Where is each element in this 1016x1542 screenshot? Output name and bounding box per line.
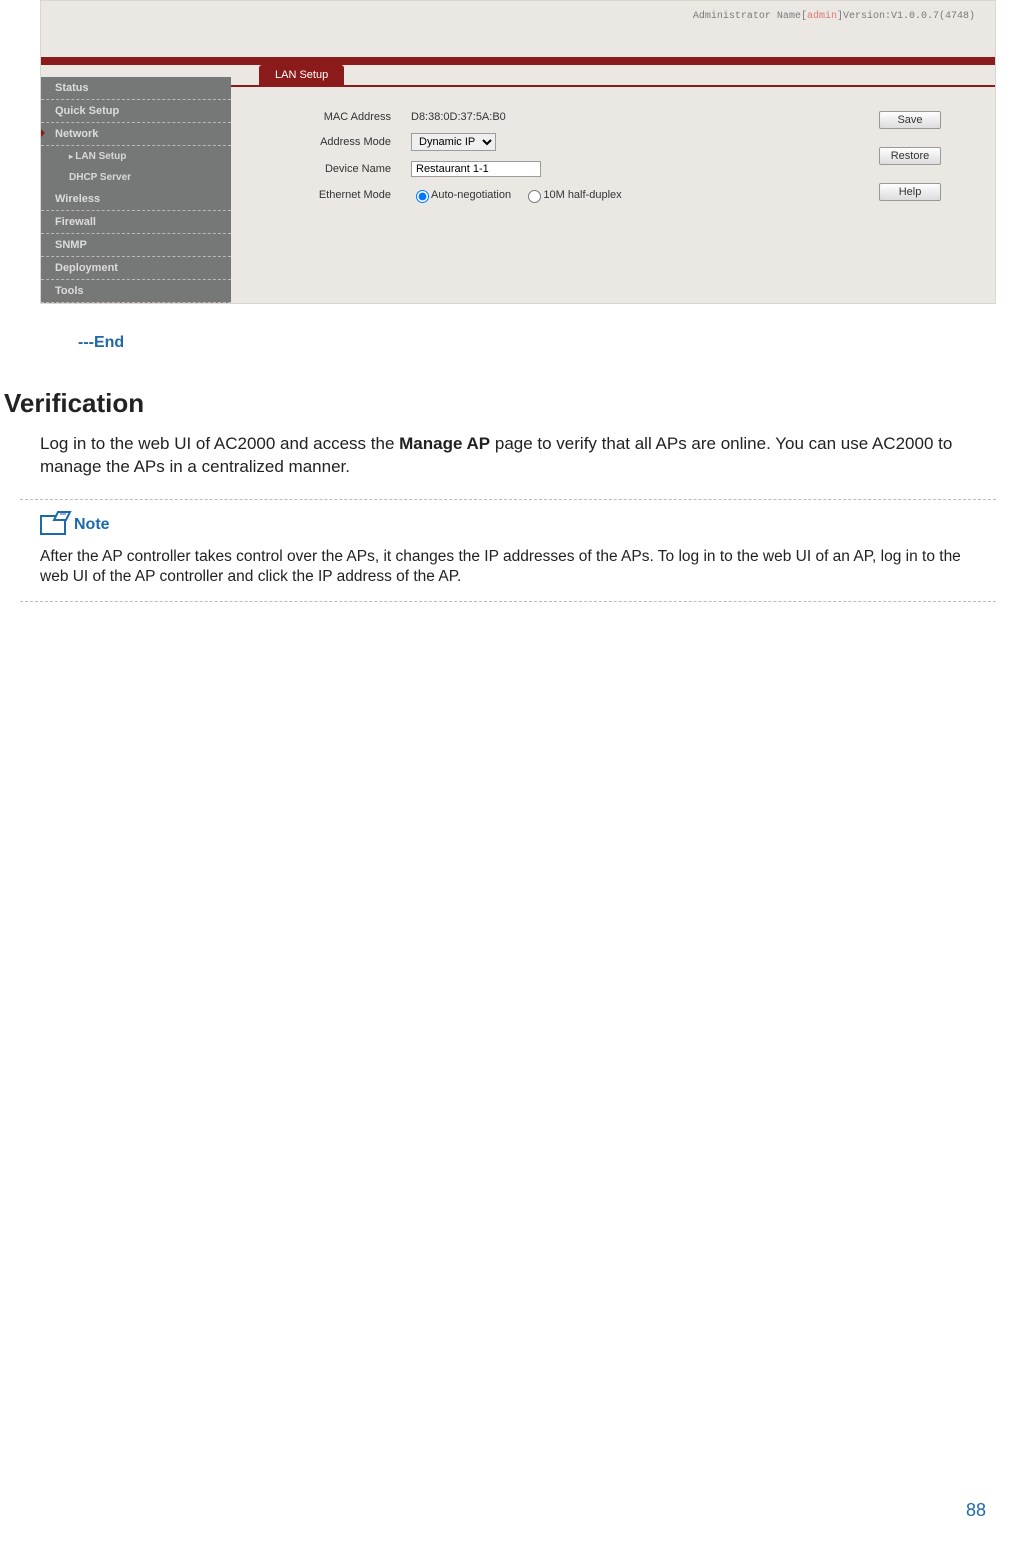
select-address-mode[interactable]: Dynamic IP bbox=[411, 133, 496, 151]
tab-underline bbox=[231, 85, 995, 87]
label-address-mode: Address Mode bbox=[291, 136, 391, 148]
tab-label: LAN Setup bbox=[275, 69, 328, 81]
save-button[interactable]: Save bbox=[879, 111, 941, 129]
label-device-name: Device Name bbox=[291, 163, 391, 175]
label-mac-address: MAC Address bbox=[291, 111, 391, 123]
sidebar-item-label: Network bbox=[55, 128, 98, 140]
verification-paragraph: Log in to the web UI of AC2000 and acces… bbox=[40, 433, 976, 479]
page-number: 88 bbox=[966, 1500, 986, 1521]
sidebar-item-label: Quick Setup bbox=[55, 105, 119, 117]
sidebar-item-label: Firewall bbox=[55, 216, 96, 228]
button-label: Restore bbox=[891, 150, 930, 162]
sidebar-subitem-label: DHCP Server bbox=[69, 172, 131, 183]
sidebar-item-label: SNMP bbox=[55, 239, 87, 251]
sidebar-item-status[interactable]: Status bbox=[41, 77, 231, 100]
sidebar-item-wireless[interactable]: Wireless bbox=[41, 188, 231, 211]
help-button[interactable]: Help bbox=[879, 183, 941, 201]
end-marker: ---End bbox=[78, 334, 1016, 352]
sidebar-item-snmp[interactable]: SNMP bbox=[41, 234, 231, 257]
header-accent-strip bbox=[41, 57, 995, 65]
radio-auto-negotiation[interactable] bbox=[416, 190, 429, 203]
verification-text-bold: Manage AP bbox=[399, 434, 490, 453]
verification-text-a: Log in to the web UI of AC2000 and acces… bbox=[40, 434, 399, 453]
sidebar-item-deployment[interactable]: Deployment bbox=[41, 257, 231, 280]
button-label: Save bbox=[897, 114, 922, 126]
restore-button[interactable]: Restore bbox=[879, 147, 941, 165]
heading-verification: Verification bbox=[4, 388, 1016, 419]
sidebar-subitem-lan-setup[interactable]: LAN Setup bbox=[41, 146, 231, 167]
admin-version: ]Version:V1.0.0.7(4748) bbox=[837, 11, 975, 22]
sidebar-item-label: Wireless bbox=[55, 193, 100, 205]
sidebar-item-tools[interactable]: Tools bbox=[41, 280, 231, 303]
label-ethernet-mode: Ethernet Mode bbox=[291, 189, 391, 201]
value-mac-address: D8:38:0D:37:5A:B0 bbox=[411, 111, 506, 123]
row-mac-address: MAC Address D8:38:0D:37:5A:B0 bbox=[291, 111, 879, 123]
admin-prefix: Administrator Name[ bbox=[693, 11, 807, 22]
chevron-right-icon bbox=[41, 129, 45, 137]
sidebar-item-label: Deployment bbox=[55, 262, 118, 274]
row-address-mode: Address Mode Dynamic IP bbox=[291, 133, 879, 151]
sidebar-item-network[interactable]: Network bbox=[41, 123, 231, 146]
radio-label-auto: Auto-negotiation bbox=[431, 189, 511, 201]
row-ethernet-mode: Ethernet Mode Auto-negotiation 10M half-… bbox=[291, 187, 879, 203]
sidebar-item-quick-setup[interactable]: Quick Setup bbox=[41, 100, 231, 123]
sidebar-item-label: Tools bbox=[55, 285, 84, 297]
sidebar-subitem-label: LAN Setup bbox=[75, 151, 126, 162]
note-icon bbox=[40, 510, 74, 541]
row-device-name: Device Name bbox=[291, 161, 879, 177]
admin-version-bar: Administrator Name[admin]Version:V1.0.0.… bbox=[41, 1, 995, 57]
admin-username: admin bbox=[807, 11, 837, 22]
input-device-name[interactable] bbox=[411, 161, 541, 177]
button-label: Help bbox=[899, 186, 922, 198]
main-content: LAN Setup MAC Address D8:38:0D:37:5A:B0 … bbox=[231, 65, 995, 303]
radio-label-10m: 10M half-duplex bbox=[543, 189, 621, 201]
note-block: Note After the AP controller takes contr… bbox=[20, 499, 996, 602]
sidebar-item-firewall[interactable]: Firewall bbox=[41, 211, 231, 234]
sidebar-item-label: Status bbox=[55, 82, 89, 94]
radio-10m-half-duplex[interactable] bbox=[528, 190, 541, 203]
tab-lan-setup[interactable]: LAN Setup bbox=[259, 65, 344, 85]
note-text: After the AP controller takes control ov… bbox=[40, 547, 976, 587]
router-ui-screenshot: Administrator Name[admin]Version:V1.0.0.… bbox=[40, 0, 996, 304]
note-label: Note bbox=[74, 516, 110, 534]
sidebar-subitem-dhcp-server[interactable]: DHCP Server bbox=[41, 167, 231, 188]
sidebar-nav: Status Quick Setup Network LAN Setup DHC… bbox=[41, 65, 231, 303]
